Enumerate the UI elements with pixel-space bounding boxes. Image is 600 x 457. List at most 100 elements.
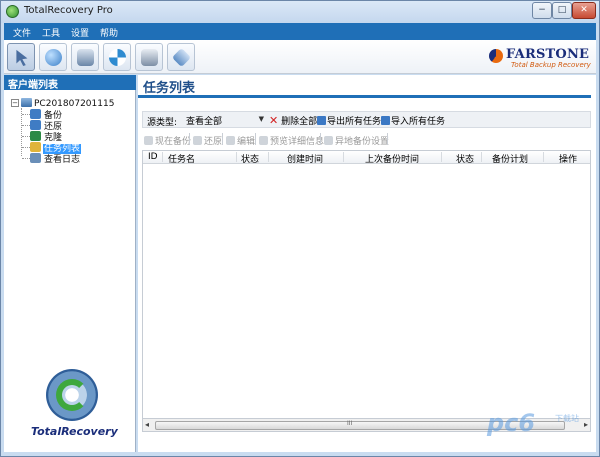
column-backup-schedule[interactable]: 备份计划 xyxy=(492,152,528,165)
watermark-logo: pc6 xyxy=(487,409,536,437)
task-list-panel: 任务列表 源类型: 查看全部 ▼ ✕ 删除全部 导出所有任务 导入所有任务 现在… xyxy=(138,75,596,452)
export-icon xyxy=(317,116,326,125)
import-all-label: 导入所有任务 xyxy=(391,117,446,127)
lifebuoy-restore-icon xyxy=(109,49,126,66)
source-type-select[interactable]: 查看全部 ▼ xyxy=(184,113,266,127)
import-icon xyxy=(381,116,390,125)
filter-bar: 源类型: 查看全部 ▼ ✕ 删除全部 导出所有任务 导入所有任务 xyxy=(142,111,591,128)
delete-all-button[interactable]: ✕ 删除全部 xyxy=(269,114,317,127)
computer-icon xyxy=(21,98,32,107)
toolbar-separator xyxy=(255,133,256,145)
backup-icon xyxy=(30,109,41,119)
toolbar-button-search[interactable] xyxy=(135,43,163,71)
scroll-left-arrow-icon[interactable]: ◂ xyxy=(145,420,149,429)
globe-network-icon xyxy=(45,49,62,66)
menu-file[interactable]: 文件 xyxy=(13,26,31,39)
log-icon xyxy=(30,153,41,163)
search-disk-icon xyxy=(141,49,158,66)
task-table: ID 任务名 状态 创建时间 上次备份时间 状态 备份计划 操作 xyxy=(142,150,591,432)
toolbar-button-pointer[interactable] xyxy=(7,43,35,71)
toolbar-separator xyxy=(189,133,190,145)
delete-x-icon: ✕ xyxy=(269,114,279,127)
source-type-value: 查看全部 xyxy=(186,117,223,127)
column-status[interactable]: 状态 xyxy=(241,152,259,165)
restore-icon xyxy=(193,136,202,145)
window-title: TotalRecovery Pro xyxy=(24,5,113,16)
pointer-icon xyxy=(16,49,28,66)
restore-label: 还原 xyxy=(204,137,223,147)
minimize-button[interactable]: − xyxy=(532,2,552,19)
offsite-backup-settings-label: 异地备份设置 xyxy=(335,137,390,147)
clone-icon xyxy=(30,131,41,141)
farstone-logo: FARSTONE Total Backup Recovery xyxy=(489,47,593,69)
chevron-down-icon: ▼ xyxy=(258,115,264,123)
title-divider xyxy=(138,95,591,98)
edit-button[interactable]: 编辑 xyxy=(226,134,255,147)
table-header: ID 任务名 状态 创建时间 上次备份时间 状态 备份计划 操作 xyxy=(143,151,590,165)
export-all-label: 导出所有任务 xyxy=(327,117,382,127)
status-strip xyxy=(4,452,596,456)
maximize-button[interactable]: □ xyxy=(552,2,572,19)
client-list-panel: 客户端列表 − PC201807201115 备份 还原 克隆 任务列表 查看日志… xyxy=(4,75,136,452)
toolbar-button-backup[interactable] xyxy=(71,43,99,71)
backup-drive-icon xyxy=(77,49,94,66)
settings-diamond-icon xyxy=(171,47,192,68)
tree-expander[interactable]: − xyxy=(11,99,19,107)
watermark: pc6 下载站 xyxy=(487,405,597,445)
toolbar-button-network[interactable] xyxy=(39,43,67,71)
preview-details-label: 预览详细信息 xyxy=(270,137,325,147)
column-created-time[interactable]: 创建时间 xyxy=(287,152,323,165)
tree-item-clone[interactable]: 克隆 xyxy=(22,130,63,143)
backup-now-icon xyxy=(144,136,153,145)
tree-item-restore[interactable]: 还原 xyxy=(22,119,63,132)
title-bar: TotalRecovery Pro − □ ✕ xyxy=(1,1,599,23)
backup-now-button[interactable]: 现在备份 xyxy=(144,134,191,147)
column-backup-status[interactable]: 状态 xyxy=(456,152,474,165)
tree-item-label: 查看日志 xyxy=(44,155,81,165)
preview-icon xyxy=(259,136,268,145)
tree-item-view-log[interactable]: 查看日志 xyxy=(22,152,81,165)
column-id[interactable]: ID xyxy=(148,152,158,163)
watermark-sub: 下载站 xyxy=(555,414,579,423)
brand-name: FARSTONE xyxy=(506,47,590,62)
totalrecovery-logo: TotalRecovery xyxy=(30,369,136,449)
menu-bar: 文件 工具 设置 帮助 xyxy=(4,23,596,40)
column-task-name[interactable]: 任务名 xyxy=(168,152,195,165)
toolbar-separator xyxy=(387,133,388,145)
refresh-arrow-icon xyxy=(56,379,88,411)
export-all-button[interactable]: 导出所有任务 xyxy=(317,114,381,127)
tree-item-task-list[interactable]: 任务列表 xyxy=(22,141,82,154)
product-name: TotalRecovery xyxy=(31,425,118,438)
menu-help[interactable]: 帮助 xyxy=(100,26,118,39)
toolbar-button-restore[interactable] xyxy=(103,43,131,71)
column-operation[interactable]: 操作 xyxy=(559,152,577,165)
page-title: 任务列表 xyxy=(143,81,196,96)
farstone-mark-icon xyxy=(489,49,503,63)
app-icon xyxy=(6,5,19,18)
backup-now-label: 现在备份 xyxy=(155,137,192,147)
offsite-backup-settings-button[interactable]: 异地备份设置 xyxy=(324,134,389,147)
toolbar-separator xyxy=(222,133,223,145)
source-type-label: 源类型: xyxy=(147,118,178,128)
brand-tagline: Total Backup Recovery xyxy=(511,61,591,69)
folder-tasks-icon xyxy=(30,142,41,152)
column-last-backup-time[interactable]: 上次备份时间 xyxy=(365,152,419,165)
app-window: TotalRecovery Pro − □ ✕ 文件 工具 设置 帮助 FARS xyxy=(0,0,600,457)
tree-item-backup[interactable]: 备份 xyxy=(22,108,63,121)
toolbar-button-settings[interactable] xyxy=(167,43,195,71)
toolbar-separator xyxy=(320,133,321,145)
restore-icon xyxy=(30,120,41,130)
close-button[interactable]: ✕ xyxy=(572,2,596,19)
task-action-bar: 现在备份 还原 编辑 预览详细信息 异地备份设置 xyxy=(142,133,591,147)
edit-label: 编辑 xyxy=(237,137,256,147)
delete-all-label: 删除全部 xyxy=(281,117,318,127)
scrollbar-grip: III xyxy=(347,420,353,427)
client-list-header: 客户端列表 xyxy=(4,75,136,91)
restore-button[interactable]: 还原 xyxy=(193,134,222,147)
edit-icon xyxy=(226,136,235,145)
offsite-settings-icon xyxy=(324,136,333,145)
preview-details-button[interactable]: 预览详细信息 xyxy=(259,134,324,147)
menu-settings[interactable]: 设置 xyxy=(71,26,89,39)
import-all-button[interactable]: 导入所有任务 xyxy=(381,114,445,127)
menu-tools[interactable]: 工具 xyxy=(42,26,60,39)
